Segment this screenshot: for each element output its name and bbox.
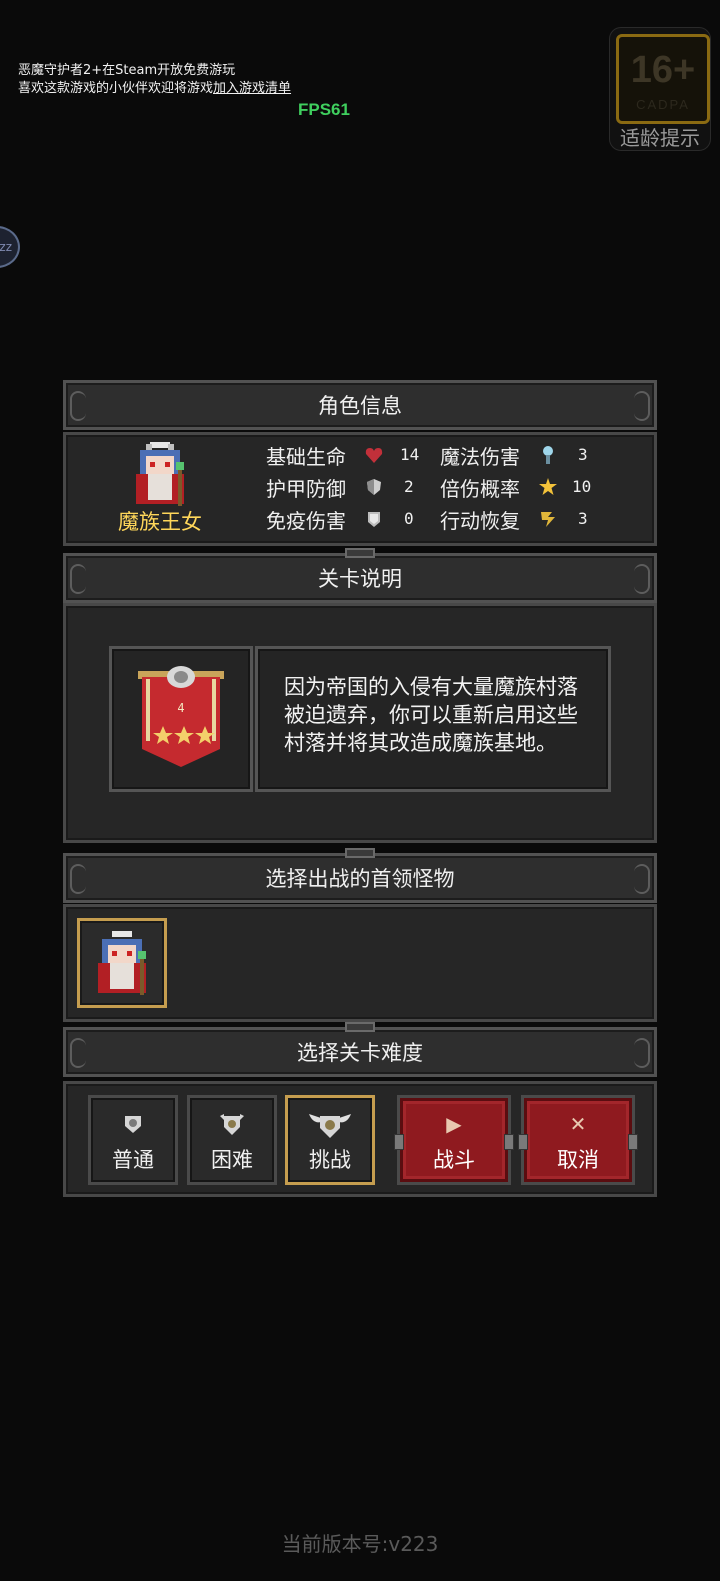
age-rating-badge[interactable]: 16+ CADPA 适龄提示 [609,27,711,151]
difficulty-hard-label: 困难 [211,1148,253,1172]
character-info-title: 角色信息 [318,394,402,418]
age-rating-caption: 适龄提示 [620,126,700,150]
panel-clasp [345,848,375,858]
action-recover-icon [541,512,555,527]
age-rating-number: 16+ [630,49,696,91]
stat-value-action-recovery: 3 [578,509,588,528]
level-info-title: 关卡说明 [318,567,402,591]
fight-button[interactable]: ▶ 战斗 [394,1095,514,1185]
boss-slot[interactable] [77,918,167,1008]
stat-label-magic-damage: 魔法伤害 [440,445,520,469]
panel-clasp [345,548,375,558]
boss-select-header: 选择出战的首领怪物 [63,848,657,903]
difficulty-hard-button[interactable]: 困难 [187,1095,277,1185]
boss-select-title: 选择出战的首领怪物 [265,867,455,891]
level-info-header: 关卡说明 [63,548,657,603]
stat-value-base-hp: 14 [400,445,420,464]
heart-icon [365,448,383,463]
level-banner-frame: 4 [109,646,253,792]
fps-counter: FPS61 [298,100,350,119]
stat-label-action-recovery: 行动恢复 [440,509,520,533]
promo-line-1: 恶魔守护者2+在Steam开放免费游玩 [18,63,236,78]
boss-portrait [98,931,146,995]
magic-staff-icon [543,446,553,464]
age-rating-tag: CADPA [636,97,690,112]
difficulty-normal-button[interactable]: 普通 [88,1095,178,1185]
difficulty-challenge-button[interactable]: 挑战 [285,1095,375,1185]
level-banner-icon [138,666,224,767]
stat-label-immunity: 免疫伤害 [266,509,346,533]
difficulty-hard-icon [220,1114,244,1135]
difficulty-challenge-icon [309,1114,351,1138]
character-portrait [136,442,184,506]
fight-label: 战斗 [433,1148,475,1172]
promo-line-2-text: 喜欢这款游戏的小伙伴欢迎将游戏 [18,81,214,96]
cancel-button[interactable]: ✕ 取消 [518,1095,638,1185]
version-label: 当前版本号:v223 [281,1532,439,1556]
promo-notice: 恶魔守护者2+在Steam开放免费游玩 喜欢这款游戏的小伙伴欢迎将游戏加入游戏清… [18,62,291,98]
level-number: 4 [177,701,185,715]
difficulty-normal-icon [125,1116,141,1133]
promo-line-2: 喜欢这款游戏的小伙伴欢迎将游戏加入游戏清单 [18,80,291,98]
level-description: 因为帝国的入侵有大量魔族村落被迫遗弃，你可以重新启用这些村落并将其改造成魔族基地… [255,646,611,792]
stat-value-magic-damage: 3 [578,445,588,464]
character-name: 魔族王女 [118,510,202,534]
play-icon: ▶ [446,1112,462,1136]
close-icon: ✕ [569,1112,587,1136]
stat-value-armor: 2 [404,477,414,496]
stat-label-crit-chance: 倍伤概率 [440,477,520,501]
crit-star-icon [539,478,557,495]
stat-value-immunity: 0 [404,509,414,528]
stat-label-armor: 护甲防御 [266,477,346,501]
difficulty-header: 选择关卡难度 [63,1022,657,1077]
character-info-header: 角色信息 [63,380,657,430]
difficulty-normal-label: 普通 [112,1148,154,1172]
cancel-label: 取消 [557,1148,599,1172]
stat-value-crit-chance: 10 [572,477,592,496]
difficulty-challenge-label: 挑战 [309,1148,351,1172]
armor-shield-icon [367,479,381,495]
add-to-wishlist-link[interactable]: 加入游戏清单 [213,81,291,96]
immunity-shield-icon [368,512,380,527]
floating-assist-button[interactable]: zz [0,226,20,268]
panel-clasp [345,1022,375,1032]
stat-label-base-hp: 基础生命 [266,445,346,469]
difficulty-title: 选择关卡难度 [297,1041,423,1065]
cadpa-logo: 16+ CADPA [616,34,710,124]
